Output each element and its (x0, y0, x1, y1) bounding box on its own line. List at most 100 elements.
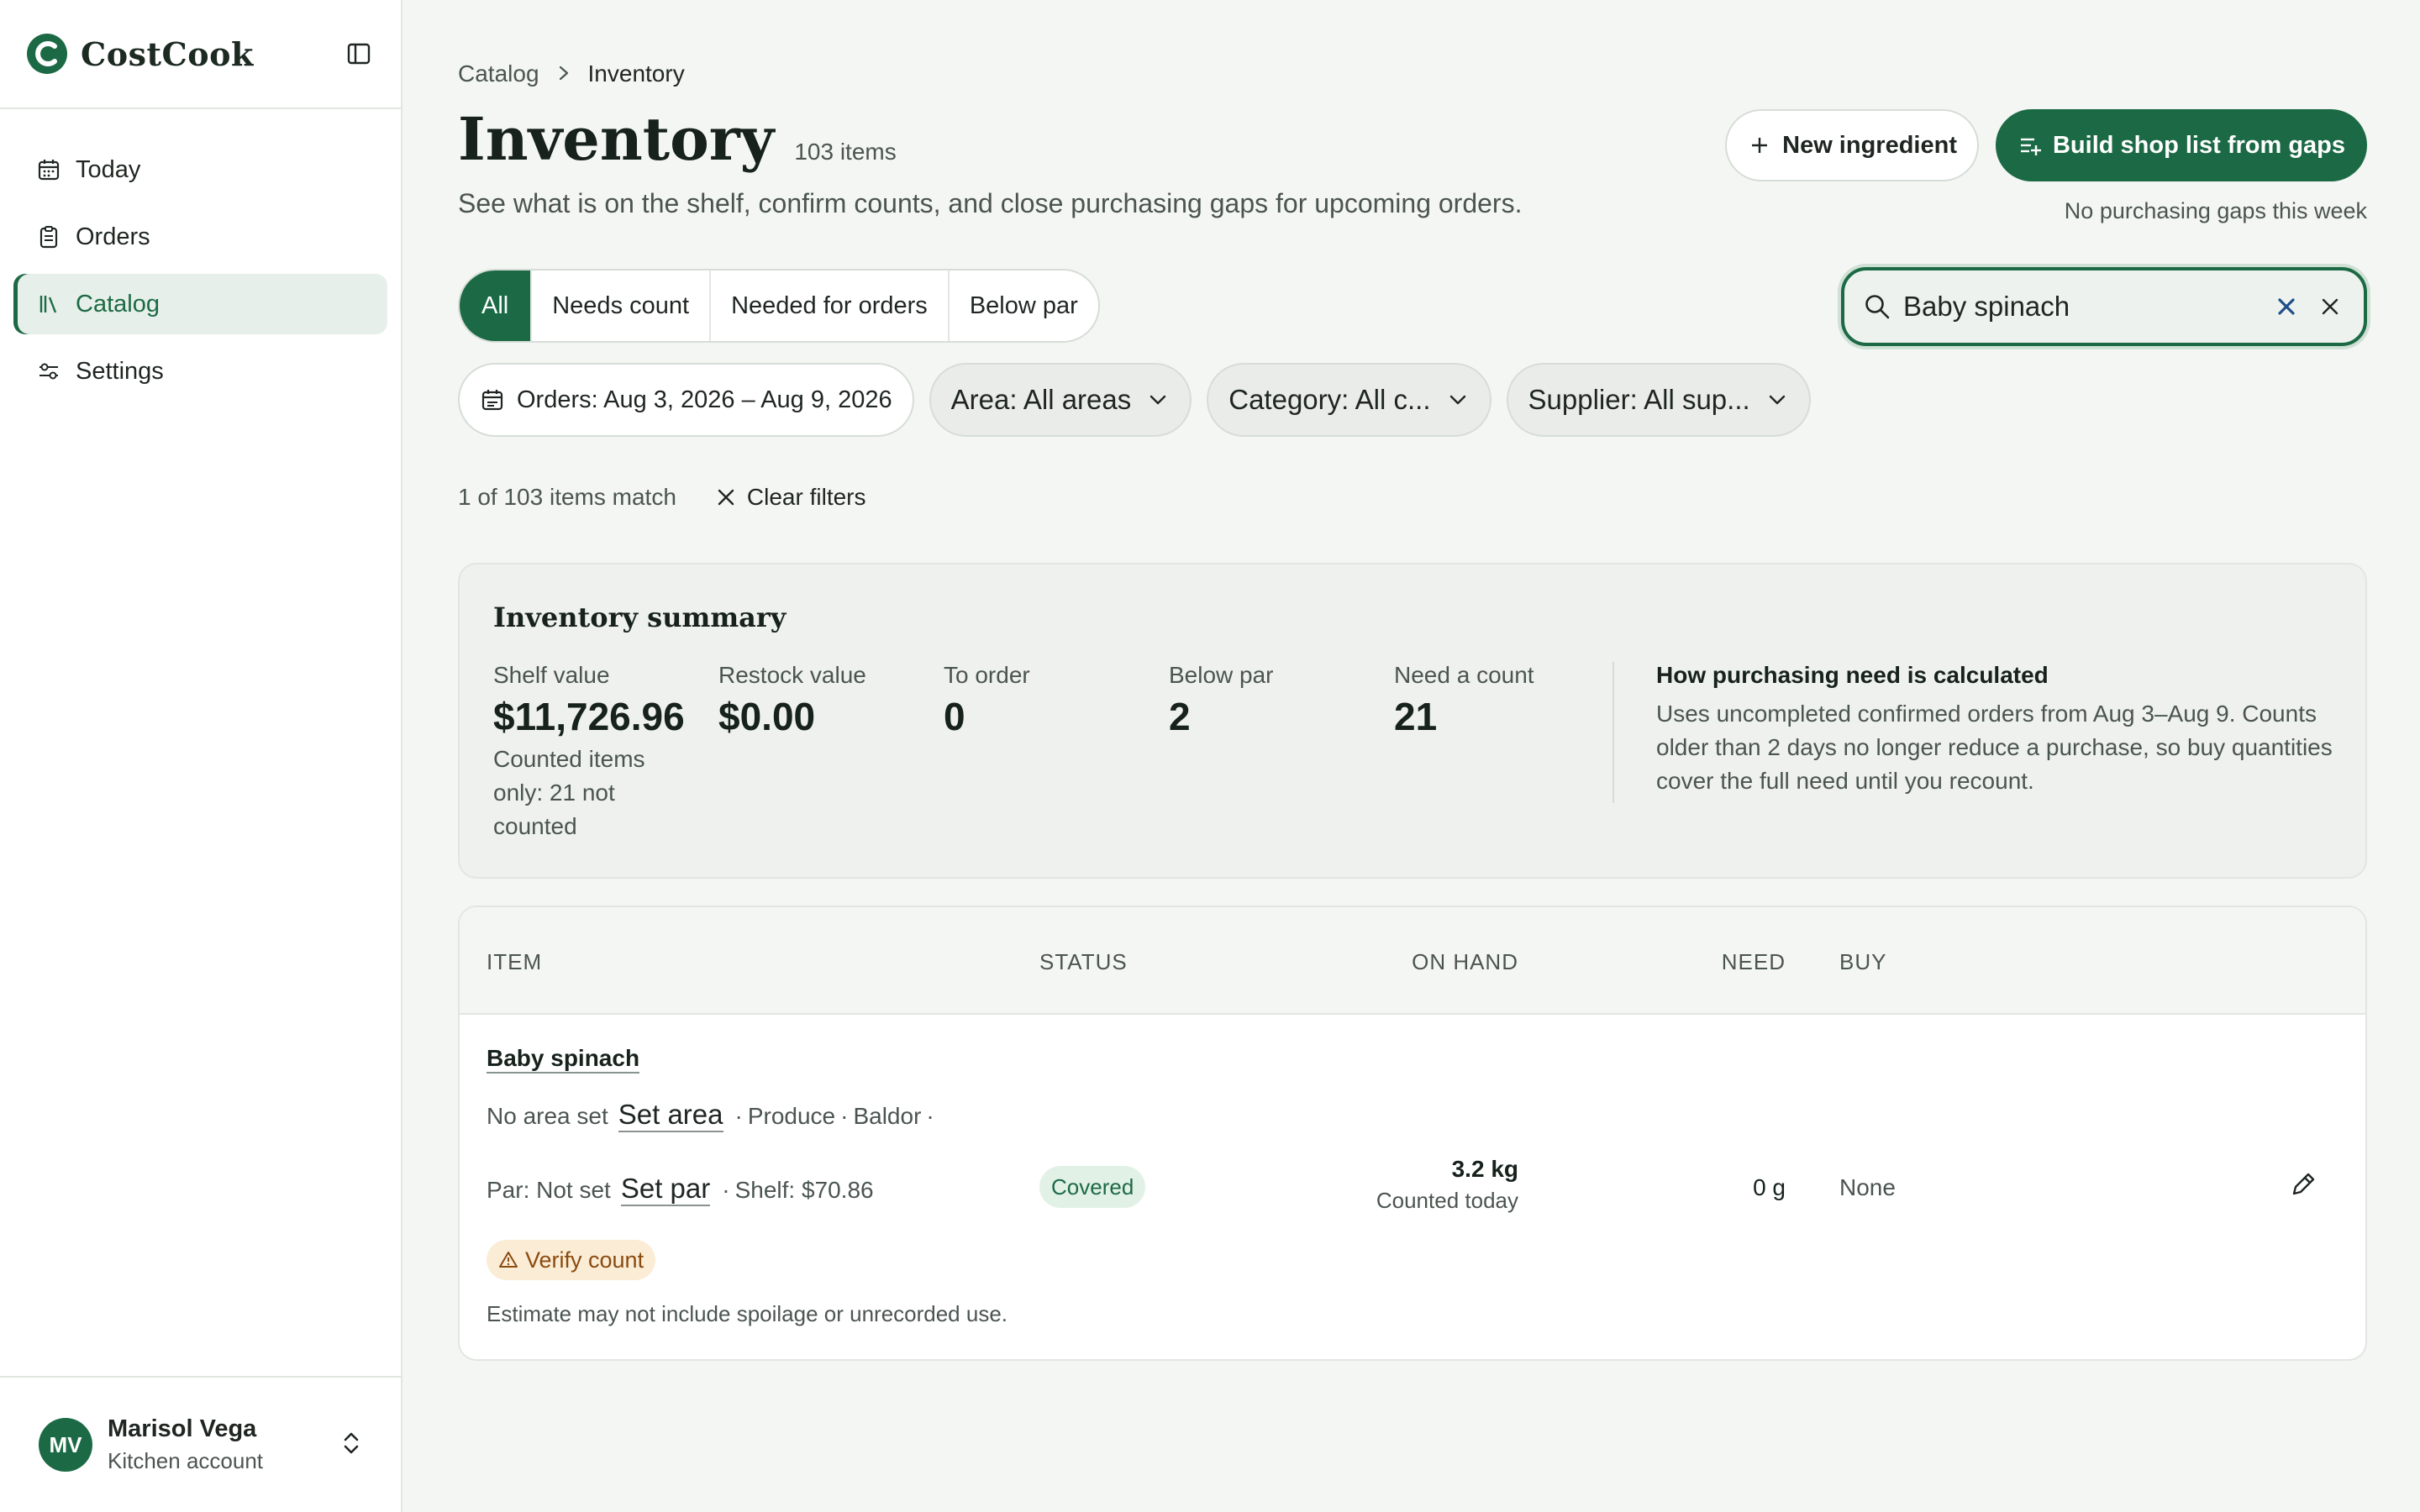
header-actions: New ingredient Build shop list from gaps (1725, 109, 2367, 181)
tab-needed-for-orders[interactable]: Needed for orders (711, 270, 950, 341)
warning-icon (499, 1252, 518, 1268)
breadcrumb-catalog-link[interactable]: Catalog (458, 60, 539, 87)
sidebar-item-catalog[interactable]: Catalog (13, 274, 387, 334)
sidebar-item-today[interactable]: Today (13, 139, 387, 200)
tab-all[interactable]: All (460, 270, 533, 341)
column-header-item: ITEM (487, 949, 543, 974)
sidebar-item-label: Settings (76, 357, 164, 385)
build-shop-list-label: Build shop list from gaps (2052, 131, 2345, 159)
account-switcher[interactable]: MV Marisol Vega Kitchen account (0, 1376, 401, 1512)
verify-count-label: Verify count (525, 1247, 644, 1273)
summary-title: Inventory summary (493, 601, 786, 633)
purchasing-explainer: How purchasing need is calculated Uses u… (1656, 662, 2345, 798)
sliders-icon (35, 358, 62, 385)
metric-note: Counted items only: 21 not counted (493, 746, 645, 839)
need-value: 0 g (1753, 1174, 1786, 1200)
tab-below-par[interactable]: Below par (950, 270, 1098, 341)
column-header-buy: BUY (1839, 949, 1887, 974)
date-range-filter[interactable]: Orders: Aug 3, 2026 – Aug 9, 2026 (458, 363, 914, 437)
item-area: No area set (487, 1103, 608, 1129)
date-range-label: Orders: Aug 3, 2026 – Aug 9, 2026 (517, 386, 892, 413)
set-area-link[interactable]: Set area (618, 1099, 723, 1132)
chevron-right-icon (558, 60, 570, 87)
account-name: Marisol Vega (108, 1415, 257, 1442)
books-icon (35, 291, 62, 318)
edit-icon[interactable] (2286, 1168, 2320, 1201)
metric-label: Shelf value (493, 662, 610, 688)
tab-needs-count[interactable]: Needs count (532, 270, 712, 341)
metric-value: $11,726.96 (493, 695, 685, 738)
inventory-summary: Inventory summary Shelf value $11,726.96… (458, 563, 2367, 879)
chevron-down-icon (1146, 388, 1170, 412)
item-name-link[interactable]: Baby spinach (487, 1045, 640, 1074)
chevron-up-down-icon (340, 1429, 362, 1462)
metric-value: 21 (1394, 695, 1438, 738)
metric-label: Need a count (1394, 662, 1534, 688)
separator-dot: · (840, 1103, 849, 1129)
results-bar: 1 of 103 items match Clear filters (458, 484, 866, 511)
column-header-need: NEED (1721, 949, 1786, 974)
on-hand-value: 3.2 kg (1451, 1156, 1518, 1182)
clear-filters-label: Clear filters (746, 484, 866, 510)
status-badge: Covered (1039, 1166, 1146, 1208)
search-input[interactable] (1903, 291, 2263, 323)
app-name: CostCook (81, 34, 254, 73)
build-shop-list-button[interactable]: Build shop list from gaps (1995, 109, 2367, 181)
search-icon (1865, 295, 1890, 319)
sidebar-item-settings[interactable]: Settings (13, 341, 387, 402)
close-search-icon[interactable] (2315, 291, 2345, 322)
chevron-down-icon (1765, 388, 1789, 412)
clipboard-icon (35, 223, 62, 250)
counted-status: Counted today (1376, 1188, 1518, 1213)
account-role: Kitchen account (108, 1448, 264, 1473)
breadcrumb: Catalog Inventory (458, 60, 685, 87)
costcook-logo-icon (27, 34, 67, 74)
close-icon (718, 489, 734, 506)
buy-value: None (1839, 1174, 1896, 1200)
estimate-note: Estimate may not include spoilage or unr… (487, 1301, 1008, 1326)
title-row: Inventory 103 items (458, 104, 897, 174)
item-shelf-value: Shelf: $70.86 (734, 1177, 874, 1203)
supplier-filter-label: Supplier: All sup... (1528, 384, 1750, 415)
new-ingredient-label: New ingredient (1782, 131, 1957, 159)
on-hand-cell: 3.2 kg Counted today (1376, 1156, 1518, 1214)
category-filter[interactable]: Category: All c... (1207, 363, 1491, 437)
brand-header: CostCook (0, 0, 401, 109)
gaps-note: No purchasing gaps this week (2064, 198, 2367, 223)
separator-dot: · (926, 1103, 934, 1129)
chevron-down-icon (1446, 388, 1470, 412)
table-row: Baby spinach No area set Set area · Prod… (460, 1015, 2365, 1359)
clear-search-icon[interactable] (2271, 291, 2302, 322)
new-ingredient-button[interactable]: New ingredient (1725, 109, 1979, 181)
column-header-status: STATUS (1039, 949, 1128, 974)
plus-icon (1747, 133, 1772, 158)
metric-value: 0 (944, 695, 965, 738)
clear-filters-button[interactable]: Clear filters (715, 484, 866, 511)
column-header-on-hand: ON HAND (1412, 949, 1518, 974)
separator-dot: · (734, 1103, 743, 1129)
sidebar-item-label: Today (76, 155, 141, 183)
match-count: 1 of 103 items match (458, 484, 676, 510)
metric-to-order: To order 0 (944, 662, 1169, 843)
metric-below-par: Below par 2 (1169, 662, 1394, 843)
list-add-icon (2018, 133, 2043, 158)
summary-divider (1612, 662, 1614, 803)
metric-value: $0.00 (718, 695, 816, 738)
explainer-title: How purchasing need is calculated (1656, 662, 2049, 688)
sidebar: CostCook Today Orders Catalog Settings M… (0, 0, 402, 1512)
metric-restock-value: Restock value $0.00 (718, 662, 944, 843)
area-filter[interactable]: Area: All areas (929, 363, 1192, 437)
supplier-filter[interactable]: Supplier: All sup... (1506, 363, 1811, 437)
sidebar-item-label: Catalog (76, 290, 160, 318)
metric-label: Restock value (718, 662, 866, 688)
calendar-icon (480, 387, 505, 412)
separator-dot: · (722, 1177, 730, 1203)
sidebar-toggle-icon[interactable] (342, 37, 376, 71)
sidebar-item-orders[interactable]: Orders (13, 207, 387, 267)
item-supplier: Baldor (853, 1103, 922, 1129)
sidebar-item-label: Orders (76, 223, 150, 250)
item-par: Par: Not set (487, 1177, 611, 1203)
metric-label: To order (944, 662, 1030, 688)
inventory-table: ITEM STATUS ON HAND NEED BUY Baby spinac… (458, 906, 2367, 1361)
set-par-link[interactable]: Set par (620, 1173, 711, 1206)
